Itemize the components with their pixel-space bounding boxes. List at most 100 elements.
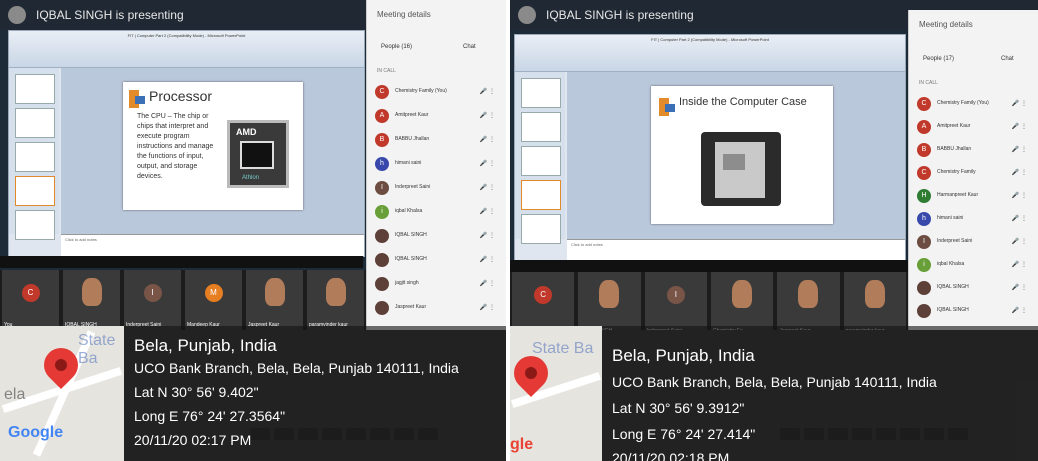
tab-chat[interactable]: Chat <box>463 44 476 50</box>
chip-label: AMD <box>236 127 257 137</box>
mic-and-more-icon[interactable]: 🎤 ⋮ <box>1012 307 1027 314</box>
participant-row[interactable]: IQBAL SINGH 🎤 ⋮ <box>917 278 1035 300</box>
participant-name: IQBAL SINGH <box>937 284 969 290</box>
map-thumbnail: State Ba ela Google <box>0 326 124 461</box>
slide-thumbnail[interactable] <box>15 142 55 172</box>
participant-row[interactable]: I Inderpreet Saini 🎤 ⋮ <box>917 232 1035 254</box>
mic-and-more-icon[interactable]: 🎤 ⋮ <box>1012 169 1027 176</box>
mic-and-more-icon[interactable]: 🎤 ⋮ <box>480 160 495 167</box>
participant-avatar: C <box>375 85 389 99</box>
tab-chat[interactable]: Chat <box>1001 56 1014 62</box>
location-datetime: 20/11/20 02:17 PM <box>134 432 252 448</box>
slide-thumbnail[interactable] <box>521 78 561 108</box>
participant-row[interactable]: IQBAL SINGH 🎤 ⋮ <box>375 250 503 272</box>
slide-title: Inside the Computer Case <box>679 96 807 108</box>
mic-and-more-icon[interactable]: 🎤 ⋮ <box>480 280 495 287</box>
slide: Inside the Computer Case <box>651 86 833 224</box>
slide-accent-square <box>135 96 145 104</box>
participant-row[interactable]: Jaspreet Kaur 🎤 ⋮ <box>375 298 503 320</box>
participant-name: Inderpreet Saini <box>937 238 973 244</box>
mic-and-more-icon[interactable]: 🎤 ⋮ <box>480 112 495 119</box>
mic-and-more-icon[interactable]: 🎤 ⋮ <box>1012 123 1027 130</box>
location-place: Bela, Punjab, India <box>612 346 755 365</box>
mic-and-more-icon[interactable]: 🎤 ⋮ <box>1012 238 1027 245</box>
participant-tile[interactable]: paramvinder kaur <box>307 270 364 330</box>
participant-row[interactable]: H Harmanpreet Kaur 🎤 ⋮ <box>917 186 1035 208</box>
presenter-banner: IQBAL SINGH is presenting <box>546 8 694 22</box>
mic-and-more-icon[interactable]: 🎤 ⋮ <box>480 208 495 215</box>
notes-pane[interactable]: Click to add notes <box>61 234 364 256</box>
slide-thumbnail[interactable] <box>521 112 561 142</box>
ppt-ribbon: FIT | Computer Part 2 (Compatibility Mod… <box>9 31 364 68</box>
participant-row[interactable]: B BABBU Jhallan 🎤 ⋮ <box>375 130 503 152</box>
slide-thumbnail[interactable] <box>15 176 55 206</box>
location-latitude: Lat N 30° 56' 9.3912" <box>612 400 745 416</box>
location-datetime: 20/11/20 02:18 PM <box>612 450 730 461</box>
participant-name: Inderpreet Saini <box>395 184 431 190</box>
tab-people[interactable]: People (16) <box>381 44 412 50</box>
mic-and-more-icon[interactable]: 🎤 ⋮ <box>480 232 495 239</box>
participant-row[interactable]: A Amitpreet Kaur 🎤 ⋮ <box>917 117 1035 139</box>
mic-and-more-icon[interactable]: 🎤 ⋮ <box>1012 146 1027 153</box>
mic-and-more-icon[interactable]: 🎤 ⋮ <box>480 304 495 311</box>
slide-thumbnail[interactable] <box>15 108 55 138</box>
participant-row[interactable]: i iqbal Khalsa 🎤 ⋮ <box>917 255 1035 277</box>
participant-row[interactable]: jagjit singh 🎤 ⋮ <box>375 274 503 296</box>
map-thumbnail: State Ba gle <box>510 326 602 461</box>
participant-avatar: I <box>375 181 389 195</box>
laptop-screen: IQBAL SINGH is presenting FIT | Computer… <box>0 0 506 340</box>
location-longitude: Long E 76° 24' 27.3564" <box>134 408 286 424</box>
participant-name: Harmanpreet Kaur <box>937 192 979 198</box>
video-feed-person <box>599 280 620 308</box>
case-interior <box>715 142 765 198</box>
participant-tile[interactable]: IInderpreet Saini <box>124 270 181 330</box>
participant-name: Amitpreet Kaur <box>937 123 971 129</box>
location-overlay: Bela, Punjab, India UCO Bank Branch, Bel… <box>602 326 1038 461</box>
video-feed-person <box>81 278 102 306</box>
participant-row[interactable]: C Chemistry Family 🎤 ⋮ <box>917 163 1035 185</box>
mic-and-more-icon[interactable]: 🎤 ⋮ <box>480 184 495 191</box>
windows-taskbar <box>0 256 363 268</box>
mic-and-more-icon[interactable]: 🎤 ⋮ <box>1012 215 1027 222</box>
notes-pane[interactable]: Click to add notes <box>567 239 905 261</box>
slide-thumbnail[interactable] <box>15 74 55 104</box>
meeting-panel: Meeting details People (16) Chat IN CALL… <box>366 0 506 330</box>
participant-row[interactable]: h himani saini 🎤 ⋮ <box>375 154 503 176</box>
slide-thumbnail[interactable] <box>15 210 55 240</box>
participant-row[interactable]: i iqbal Khalsa 🎤 ⋮ <box>375 202 503 224</box>
mic-and-more-icon[interactable]: 🎤 ⋮ <box>1012 261 1027 268</box>
participant-row[interactable]: C Chemistry Family (You) 🎤 ⋮ <box>917 94 1035 116</box>
participant-avatar: i <box>375 205 389 219</box>
participant-avatar: A <box>917 120 931 134</box>
participant-tile[interactable]: IQBAL SINGH <box>63 270 120 330</box>
slide-thumbnails <box>9 68 59 240</box>
case-component <box>723 154 745 170</box>
mic-and-more-icon[interactable]: 🎤 ⋮ <box>480 256 495 263</box>
mic-and-more-icon[interactable]: 🎤 ⋮ <box>1012 284 1027 291</box>
participant-tile[interactable]: M Mandeep Kaur <box>185 270 242 330</box>
participant-tile[interactable]: Jaspreet Kaur <box>246 270 303 330</box>
slide-thumbnail[interactable] <box>521 180 561 210</box>
participant-row[interactable]: IQBAL SINGH 🎤 ⋮ <box>917 301 1035 323</box>
participant-row[interactable]: IQBAL SINGH 🎤 ⋮ <box>375 226 503 248</box>
participant-row[interactable]: I Inderpreet Saini 🎤 ⋮ <box>375 178 503 200</box>
participant-tile[interactable]: CYou <box>2 270 59 330</box>
participant-row[interactable]: C Chemistry Family (You) 🎤 ⋮ <box>375 82 503 104</box>
slide-thumbnail[interactable] <box>521 146 561 176</box>
participant-row[interactable]: B BABBU Jhallan 🎤 ⋮ <box>917 140 1035 162</box>
participant-row[interactable]: A Amitpreet Kaur 🎤 ⋮ <box>375 106 503 128</box>
participant-name: Jaspreet Kaur <box>395 304 427 310</box>
location-overlay: Bela, Punjab, India UCO Bank Branch, Bel… <box>124 326 506 461</box>
participant-name: IQBAL SINGH <box>395 232 427 238</box>
tile-avatar: M <box>204 284 223 302</box>
slide: Processor The CPU – The chip or chips th… <box>123 82 303 210</box>
google-logo: Google <box>8 424 64 441</box>
computer-case-image <box>701 132 781 206</box>
mic-and-more-icon[interactable]: 🎤 ⋮ <box>1012 192 1027 199</box>
mic-and-more-icon[interactable]: 🎤 ⋮ <box>480 136 495 143</box>
tab-people[interactable]: People (17) <box>923 56 954 62</box>
participant-row[interactable]: h himani saini 🎤 ⋮ <box>917 209 1035 231</box>
mic-and-more-icon[interactable]: 🎤 ⋮ <box>1012 100 1027 107</box>
slide-thumbnail[interactable] <box>521 214 561 244</box>
mic-and-more-icon[interactable]: 🎤 ⋮ <box>480 88 495 95</box>
